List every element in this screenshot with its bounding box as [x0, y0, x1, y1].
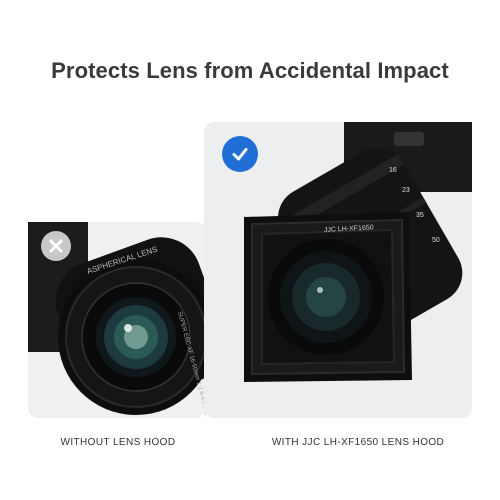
- x-mark-icon: [41, 231, 71, 261]
- caption-without-hood: WITHOUT LENS HOOD: [60, 437, 176, 448]
- focal-mark-35: 35: [416, 212, 424, 219]
- caption-with-hood: WITH JJC LH-XF1650 LENS HOOD: [271, 437, 445, 448]
- focal-mark-23: 23: [402, 187, 410, 194]
- focal-mark-50: 50: [432, 237, 440, 244]
- focal-mark-16: 16: [389, 167, 397, 174]
- headline: Protects Lens from Accidental Impact: [51, 58, 449, 83]
- checkmark-icon: [222, 136, 258, 172]
